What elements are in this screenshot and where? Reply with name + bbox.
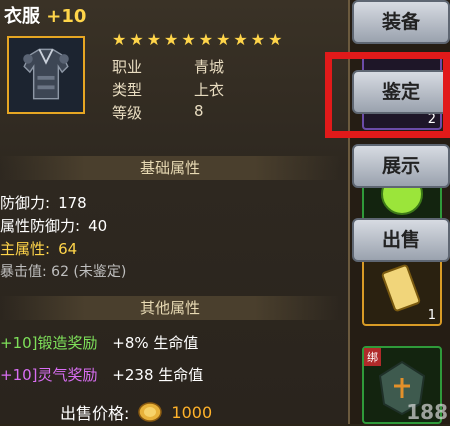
attr-defense-row: 属性防御力: 40 bbox=[0, 215, 107, 236]
aura-bonus-row: +10]灵气奖励 +238 生命值 bbox=[0, 364, 203, 385]
star-rating: ★ ★ ★ ★ ★ ★ ★ ★ ★ ★ bbox=[112, 30, 282, 49]
sell-price-row: 出售价格: 1000 bbox=[60, 400, 212, 424]
watermark-logo: 188 bbox=[406, 400, 448, 424]
level-value: 8 bbox=[194, 102, 204, 120]
sell-price-label: 出售价格: bbox=[60, 404, 130, 423]
aura-bonus-label: +10]灵气奖励 bbox=[0, 366, 98, 384]
class-label: 职业 bbox=[112, 58, 143, 76]
equip-button[interactable]: 装备 bbox=[352, 0, 450, 44]
slot-count: 2 bbox=[427, 112, 436, 127]
info-row-type: 类型 上衣 bbox=[112, 79, 224, 102]
class-value: 青城 bbox=[194, 58, 225, 76]
main-attr-value: 64 bbox=[58, 240, 78, 258]
star-icon: ★ bbox=[112, 30, 127, 49]
star-icon: ★ bbox=[146, 30, 162, 49]
show-button[interactable]: 展示 bbox=[352, 144, 450, 188]
level-label: 等级 bbox=[112, 104, 143, 122]
item-info: 职业 青城 类型 上衣 等级 8 bbox=[112, 56, 224, 125]
aura-bonus-value: +238 生命值 bbox=[112, 366, 204, 384]
info-row-class: 职业 青城 bbox=[112, 56, 224, 79]
star-icon: ★ bbox=[216, 30, 231, 49]
sell-price-value: 1000 bbox=[171, 402, 213, 422]
star-icon: ★ bbox=[129, 30, 144, 49]
item-title: 衣服 +10 bbox=[4, 2, 86, 28]
main-attr-row: 主属性: 64 bbox=[0, 238, 77, 259]
item-enhance-level: +10 bbox=[46, 6, 87, 27]
other-attributes-heading: 其他属性 bbox=[0, 296, 340, 320]
basic-attributes-heading: 基础属性 bbox=[0, 156, 340, 180]
star-icon: ★ bbox=[250, 30, 266, 49]
star-icon: ★ bbox=[198, 30, 214, 49]
type-value: 上衣 bbox=[194, 81, 225, 99]
forge-bonus-label: +10]锻造奖励 bbox=[0, 334, 98, 352]
crit-row: 暴击值: 62 (未鉴定) bbox=[0, 264, 127, 280]
bound-badge: 绑 bbox=[364, 348, 381, 366]
star-icon: ★ bbox=[268, 30, 283, 49]
item-icon-frame bbox=[7, 36, 85, 114]
attr-defense-value: 40 bbox=[88, 217, 108, 235]
type-label: 类型 bbox=[112, 81, 143, 99]
defense-label: 防御力: bbox=[0, 194, 51, 212]
slot-count: 1 bbox=[427, 308, 436, 323]
coin-icon bbox=[138, 402, 163, 422]
star-icon: ★ bbox=[181, 30, 196, 49]
item-detail-panel: 衣服 +10 ★ ★ ★ ★ ★ ★ ★ ★ ★ ★ 职业 青城 类型 上衣 等级 8 基础属性 bbox=[0, 0, 350, 424]
star-icon: ★ bbox=[164, 30, 179, 49]
forge-bonus-row: +10]锻造奖励 +8% 生命值 bbox=[0, 332, 198, 353]
defense-value: 178 bbox=[58, 194, 87, 212]
attr-defense-label: 属性防御力: bbox=[0, 217, 81, 235]
info-row-level: 等级 8 bbox=[112, 102, 224, 125]
sell-button[interactable]: 出售 bbox=[352, 218, 450, 262]
main-attr-label: 主属性: bbox=[0, 240, 51, 258]
armor-icon bbox=[9, 38, 83, 112]
star-icon: ★ bbox=[233, 30, 248, 49]
item-name: 衣服 bbox=[4, 6, 40, 27]
identify-button[interactable]: 鉴定 bbox=[352, 70, 450, 114]
forge-bonus-value: +8% 生命值 bbox=[112, 334, 199, 352]
defense-row: 防御力: 178 bbox=[0, 192, 87, 213]
